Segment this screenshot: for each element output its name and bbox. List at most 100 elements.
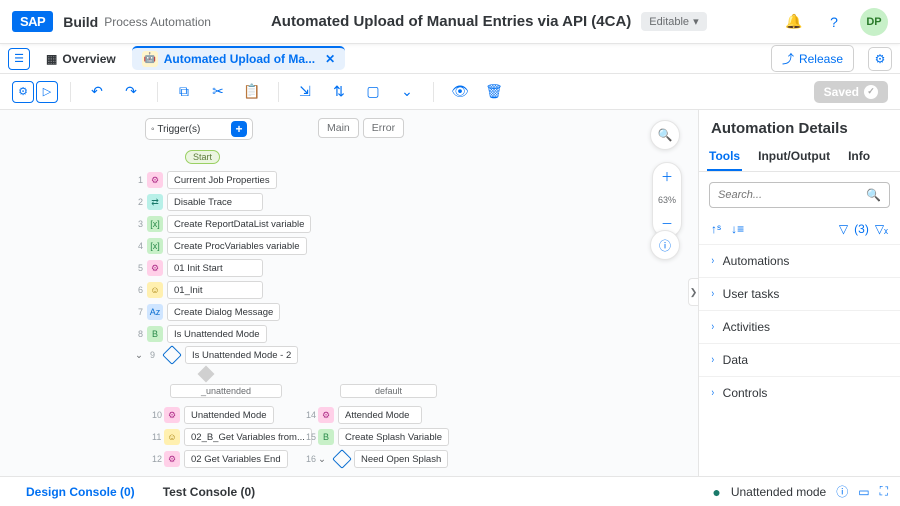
step-type-icon: [x]	[147, 238, 163, 254]
flow-step[interactable]: 1 ⚙ Current Job Properties	[135, 171, 277, 189]
sort-icon[interactable]: ⇅	[325, 78, 353, 106]
editable-dropdown[interactable]: Editable ▾	[641, 12, 706, 31]
tab-overview[interactable]: ▦ Overview	[38, 52, 124, 66]
paste-icon[interactable]: 📋	[238, 78, 266, 106]
chevron-down-icon[interactable]: ⌄	[393, 78, 421, 106]
redo-icon[interactable]: ↷	[117, 78, 145, 106]
search-input[interactable]	[718, 189, 866, 201]
project-nav-icon[interactable]: ☰	[8, 48, 30, 70]
flow-step[interactable]: 2 ⇄ Disable Trace	[135, 193, 263, 211]
saved-label: Saved	[824, 85, 859, 99]
main-function-button[interactable]: Main	[318, 118, 359, 138]
add-trigger-icon[interactable]: +	[231, 121, 247, 137]
settings-button[interactable]: ⚙	[868, 47, 892, 71]
zoom-in-icon[interactable]: ＋	[653, 163, 681, 190]
close-tab-icon[interactable]: ✕	[325, 52, 335, 66]
step-type-icon: ⚙	[147, 172, 163, 188]
step-number: 2	[135, 197, 143, 207]
release-button[interactable]: ⤴ Release	[771, 45, 854, 72]
layout-icon[interactable]: ▢	[359, 78, 387, 106]
design-console-tab[interactable]: Design Console (0)	[12, 485, 149, 499]
tab-bar: ☰ ▦ Overview 🤖 Automated Upload of Ma...…	[0, 44, 900, 74]
delete-icon[interactable]: 🗑	[480, 78, 508, 106]
flow-step[interactable]: 16 ⌄ Need Open Splash	[306, 450, 448, 468]
divider	[278, 82, 279, 102]
mode-info-icon[interactable]: ⓘ	[836, 483, 848, 500]
search-canvas-icon[interactable]: 🔍	[650, 120, 680, 150]
flow-step[interactable]: 15 B Create Splash Variable	[306, 428, 449, 446]
step-type-icon: ⚙	[164, 451, 180, 467]
flow-step[interactable]: 6 ☺ 01_Init	[135, 281, 263, 299]
divider	[70, 82, 71, 102]
panel-search[interactable]: 🔍	[709, 182, 890, 208]
play-icon[interactable]: ▷	[36, 81, 58, 103]
step-label: Unattended Mode	[184, 406, 274, 424]
step-type-icon: ⚙	[318, 407, 334, 423]
clear-filter-icon[interactable]: ▽ₓ	[875, 222, 888, 236]
upload-icon: ⤴	[782, 50, 794, 67]
flow-step[interactable]: 14 ⚙ Attended Mode	[306, 406, 422, 424]
zoom-level: 63%	[653, 190, 681, 210]
error-function-button[interactable]: Error	[363, 118, 404, 138]
test-console-tab[interactable]: Test Console (0)	[149, 485, 269, 499]
collapse-panel-handle[interactable]: ❯	[688, 278, 698, 306]
step-number: 11	[152, 432, 160, 442]
flow-step[interactable]: 7 Az Create Dialog Message	[135, 303, 280, 321]
check-icon: ✓	[864, 85, 878, 99]
category-label: Automations	[723, 254, 790, 268]
flow-step[interactable]: 3 [x] Create ReportDataList variable	[135, 215, 311, 233]
layout-toggle-icon[interactable]: ▭	[858, 485, 869, 499]
trigger-box[interactable]: ◦ Trigger(s) +	[145, 118, 253, 140]
page-title: Automated Upload of Manual Entries via A…	[271, 13, 631, 30]
step-label: 02_B_Get Variables from...	[184, 428, 312, 446]
condition-step[interactable]: ⌄ 9 Is Unattended Mode - 2	[135, 346, 298, 364]
step-type-icon: ⇄	[147, 194, 163, 210]
help-icon[interactable]: ?	[820, 8, 848, 36]
step-number: 10	[152, 410, 160, 420]
step-label: Current Job Properties	[167, 171, 277, 189]
export-icon[interactable]: ⇲	[291, 78, 319, 106]
step-number: 1	[135, 175, 143, 185]
flow-step[interactable]: 12 ⚙ 02 Get Variables End	[152, 450, 288, 468]
panel-tab-tools[interactable]: Tools	[707, 143, 742, 171]
debug-gear-icon[interactable]: ⚙	[12, 81, 34, 103]
category-row[interactable]: ›Data	[699, 343, 900, 376]
filter-icon[interactable]: ▽	[839, 222, 848, 236]
search-icon[interactable]: 🔍	[866, 188, 881, 202]
flow-step[interactable]: 10 ⚙ Unattended Mode	[152, 406, 274, 424]
category-row[interactable]: ›Activities	[699, 310, 900, 343]
flow-step[interactable]: 8 B Is Unattended Mode	[135, 325, 267, 343]
avatar[interactable]: DP	[860, 8, 888, 36]
cut-icon[interactable]: ✂	[204, 78, 232, 106]
step-type-icon: ⚙	[147, 260, 163, 276]
start-node[interactable]: Start	[185, 150, 220, 164]
category-row[interactable]: ›Controls	[699, 376, 900, 409]
tab-automation-active[interactable]: 🤖 Automated Upload of Ma... ✕	[132, 46, 345, 70]
mode-indicator-icon: ●	[712, 484, 720, 500]
top-bar: SAP Build Process Automation Automated U…	[0, 0, 900, 44]
undo-icon[interactable]: ↶	[83, 78, 111, 106]
visibility-off-icon[interactable]: 👁	[446, 78, 474, 106]
expand-icon[interactable]: ⌄	[135, 350, 143, 361]
flow-step[interactable]: 5 ⚙ 01 Init Start	[135, 259, 263, 277]
step-type-icon: B	[147, 326, 163, 342]
notifications-icon[interactable]: 🔔	[780, 8, 808, 36]
panel-tab-io[interactable]: Input/Output	[756, 143, 832, 171]
info-canvas-icon[interactable]: ⓘ	[650, 230, 680, 260]
flow-step[interactable]: 11 ☺ 02_B_Get Variables from...	[152, 428, 312, 446]
category-row[interactable]: ›Automations	[699, 244, 900, 277]
flow-step[interactable]: 4 [x] Create ProcVariables variable	[135, 237, 307, 255]
copy-icon[interactable]: ⧉	[170, 78, 198, 106]
fullscreen-icon[interactable]: ⛶	[880, 484, 888, 499]
step-type-icon: B	[318, 429, 334, 445]
bot-icon: 🤖	[142, 51, 158, 67]
step-number: 15	[306, 432, 314, 442]
panel-tab-info[interactable]: Info	[846, 143, 872, 171]
flow-canvas[interactable]: ◦ Trigger(s) + Start Main Error 1 ⚙ Curr…	[0, 110, 698, 476]
sort-desc-icon[interactable]: ↓≡	[731, 222, 744, 236]
tab-automation-label: Automated Upload of Ma...	[164, 52, 315, 66]
condition-icon	[162, 345, 182, 365]
sort-asc-icon[interactable]: ↑ˢ	[711, 222, 721, 236]
category-row[interactable]: ›User tasks	[699, 277, 900, 310]
expand-icon[interactable]: ⌄	[318, 454, 326, 465]
